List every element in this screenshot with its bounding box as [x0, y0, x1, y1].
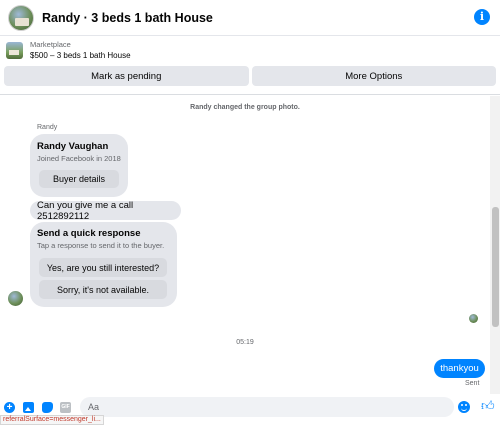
- photo-icon[interactable]: [23, 402, 34, 413]
- conversation-header: Randy · 3 beds 1 bath House i: [0, 0, 500, 36]
- listing-thumbnail[interactable]: [6, 42, 23, 59]
- seen-avatar: [469, 314, 478, 323]
- quick-response-option[interactable]: Sorry, it's not available.: [39, 280, 167, 299]
- message-input[interactable]: [80, 397, 454, 417]
- buyer-name: Randy Vaughan: [37, 141, 109, 152]
- sent-status: Sent: [465, 380, 480, 387]
- message-input-placeholder: Aa: [88, 402, 100, 412]
- sender-avatar: [8, 291, 23, 306]
- outgoing-message: thankyou: [434, 359, 485, 378]
- buyer-joined: Joined Facebook in 2018: [37, 154, 121, 163]
- thumbs-up-icon[interactable]: 👍︎: [481, 399, 495, 413]
- plus-icon[interactable]: +: [4, 402, 15, 413]
- group-avatar[interactable]: [8, 4, 34, 31]
- message-bubble: Can you give me a call 2512892112: [30, 199, 181, 222]
- buyer-card: Randy Vaughan Joined Facebook in 2018 Bu…: [30, 134, 128, 197]
- listing-summary[interactable]: $500 – 3 beds 1 bath House: [30, 50, 131, 62]
- marketplace-banner: Marketplace $500 – 3 beds 1 bath House M…: [0, 36, 500, 96]
- buyer-details-button[interactable]: Buyer details: [39, 170, 119, 188]
- emoji-icon[interactable]: [458, 401, 470, 413]
- divider: [0, 94, 500, 95]
- marketplace-label: Marketplace: [30, 40, 71, 49]
- timestamp: 05:19: [236, 339, 254, 346]
- more-options-button[interactable]: More Options: [251, 66, 496, 86]
- quick-response-subtitle: Tap a response to send it to the buyer.: [37, 241, 165, 250]
- quick-response-option[interactable]: Yes, are you still interested?: [39, 258, 167, 277]
- sender-name: Randy: [37, 124, 58, 131]
- gif-icon[interactable]: GIF: [60, 402, 71, 413]
- info-icon[interactable]: i: [474, 9, 490, 25]
- quick-response-card: Send a quick response Tap a response to …: [30, 222, 177, 307]
- mark-as-pending-button[interactable]: Mark as pending: [4, 66, 249, 86]
- status-bar-url: referralSurface=messenger_li...: [0, 415, 104, 425]
- scrollbar-thumb[interactable]: [492, 207, 499, 327]
- sticker-icon[interactable]: [42, 402, 53, 413]
- message-text: Can you give me a call 2512892112: [37, 199, 134, 222]
- quick-response-title: Send a quick response: [37, 228, 141, 239]
- system-message: Randy changed the group photo.: [190, 104, 300, 111]
- conversation-title[interactable]: Randy · 3 beds 1 bath House: [42, 11, 213, 25]
